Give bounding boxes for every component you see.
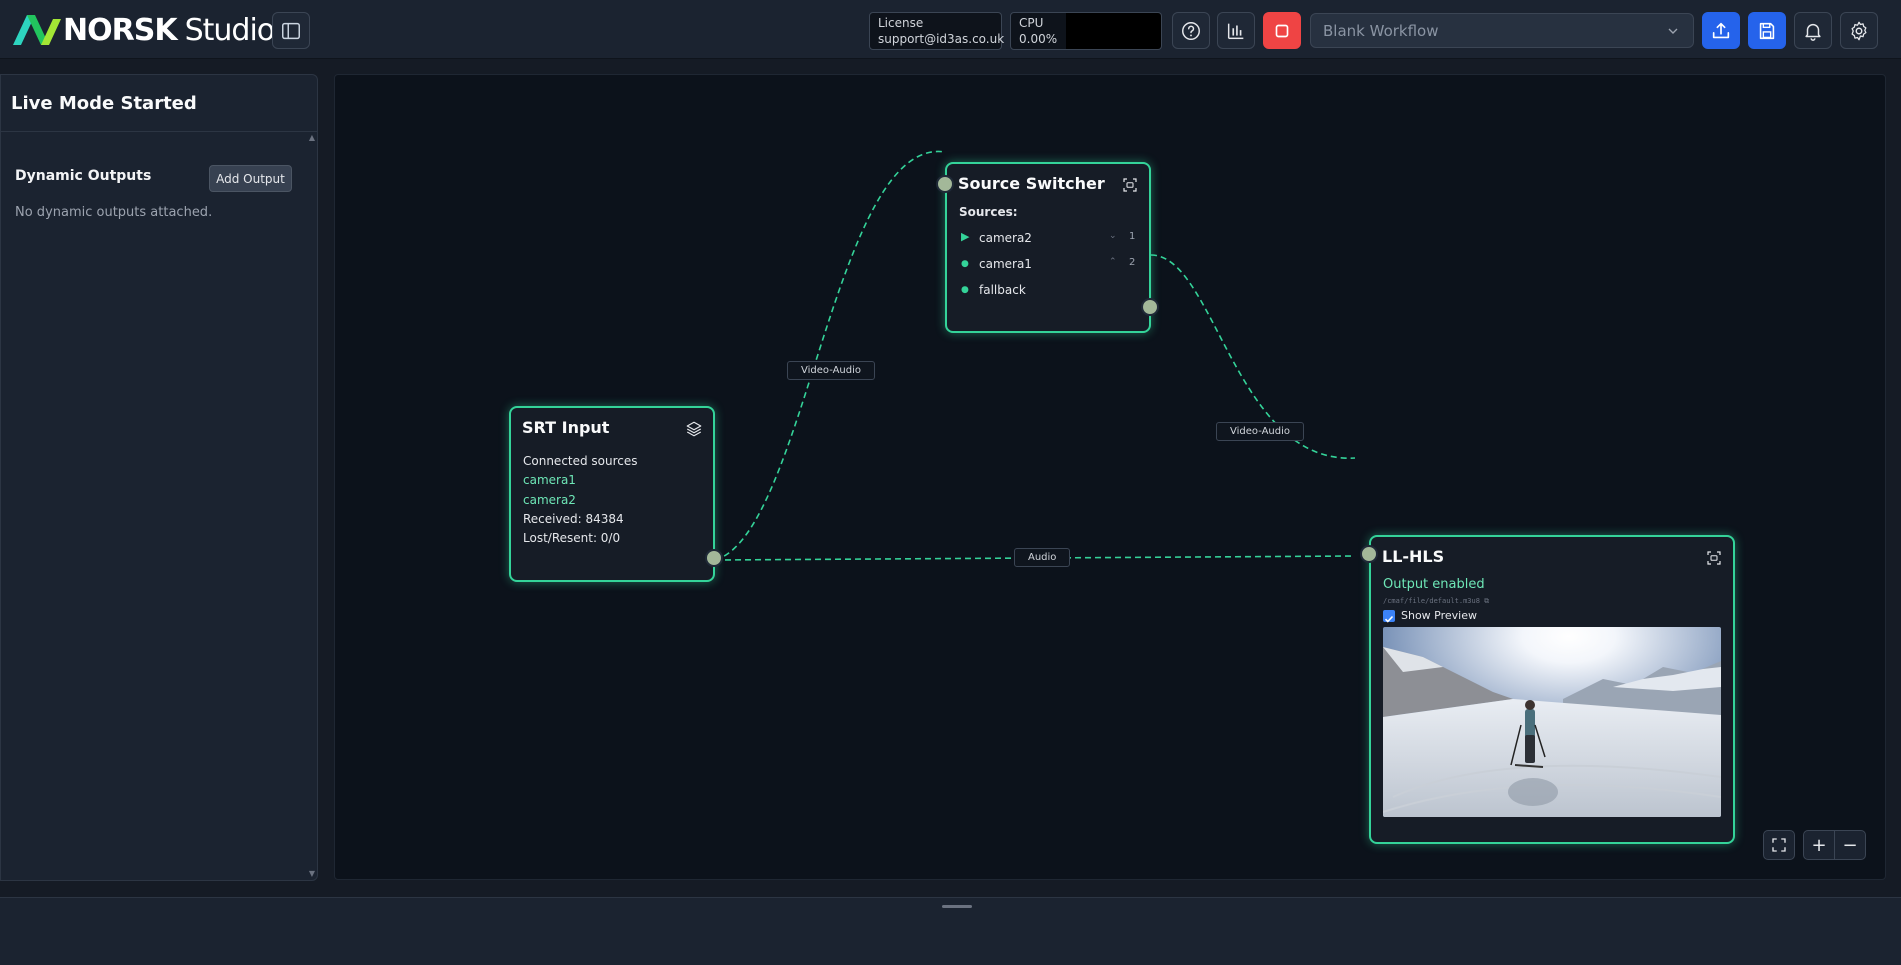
show-preview-label: Show Preview <box>1401 609 1477 622</box>
lost-resent-count: Lost/Resent: 0/0 <box>523 531 621 545</box>
dynamic-outputs-label: Dynamic Outputs <box>15 168 152 184</box>
show-preview-checkbox[interactable] <box>1383 610 1395 623</box>
connected-source-camera2: camera2 <box>523 493 576 507</box>
license-box: License support@id3as.co.uk <box>869 12 1005 50</box>
switcher-source-row[interactable]: ▶ camera2 ⌄ 1 <box>959 230 1135 248</box>
chevron-down-icon <box>1668 28 1678 34</box>
license-label: License <box>878 16 924 30</box>
notifications-button[interactable] <box>1794 12 1832 49</box>
cpu-value: 0.00% <box>1019 32 1058 46</box>
live-mode-title: Live Mode Started <box>11 93 197 114</box>
bottom-panel <box>0 897 1901 965</box>
received-count: Received: 84384 <box>523 512 624 526</box>
zoom-in-button[interactable]: + <box>1803 830 1835 860</box>
source-name: camera2 <box>979 231 1032 245</box>
llhls-input-handle[interactable] <box>1360 545 1378 563</box>
scroll-down-arrow-icon[interactable]: ▼ <box>309 869 315 878</box>
dot-icon: ● <box>961 285 969 295</box>
upload-button[interactable] <box>1702 12 1740 49</box>
norsk-logo: NORSK Studio <box>13 11 276 49</box>
srt-output-handle[interactable] <box>705 549 723 567</box>
source-priority: 1 <box>1129 231 1136 242</box>
dot-icon: ● <box>961 259 969 269</box>
node-title: LL-HLS <box>1382 547 1445 566</box>
scroll-up-arrow-icon[interactable]: ▲ <box>309 133 315 142</box>
edge-label-video-audio-1[interactable]: Video-Audio <box>787 361 876 380</box>
cpu-label: CPU <box>1019 16 1044 30</box>
edge-label-audio[interactable]: Audio <box>1014 548 1071 567</box>
workflow-select[interactable]: Blank Workflow <box>1310 13 1694 48</box>
no-dynamic-outputs-message: No dynamic outputs attached. <box>15 205 213 220</box>
gear-icon <box>1851 21 1867 40</box>
video-preview[interactable] <box>1383 627 1721 817</box>
help-icon <box>1182 21 1200 40</box>
settings-button[interactable] <box>1840 12 1878 49</box>
copy-icon[interactable]: ⧉ <box>1484 597 1489 605</box>
source-name: camera1 <box>979 257 1032 271</box>
add-output-button[interactable]: Add Output <box>209 165 292 192</box>
norsk-logo-icon <box>13 15 61 45</box>
switcher-output-handle[interactable] <box>1141 298 1159 316</box>
output-path[interactable]: /cmaf/file/default.m3u8 ⧉ <box>1383 597 1489 606</box>
cpu-graph <box>1066 12 1162 50</box>
connected-source-camera1: camera1 <box>523 473 576 487</box>
stats-icon <box>1227 23 1244 39</box>
bell-icon <box>1805 23 1821 41</box>
output-status: Output enabled <box>1383 577 1485 592</box>
edge-label-video-audio-2[interactable]: Video-Audio <box>1216 422 1305 441</box>
fullscreen-icon <box>1772 838 1786 852</box>
layers-icon[interactable] <box>685 420 703 438</box>
node-ll-hls[interactable]: LL-HLS Output enabled /cmaf/file/default… <box>1369 535 1735 844</box>
switcher-input-handle[interactable] <box>936 175 954 193</box>
stop-icon <box>1275 24 1289 37</box>
fullscreen-button[interactable] <box>1763 830 1795 860</box>
workflow-canvas[interactable]: Video-Audio Video-Audio Audio SRT Input … <box>334 74 1886 880</box>
logo-product: Studio <box>184 12 276 48</box>
node-source-switcher[interactable]: Source Switcher Sources: ▶ camera2 ⌄ 1 ●… <box>945 162 1151 333</box>
save-icon <box>1759 22 1775 39</box>
zoom-out-button[interactable]: − <box>1834 830 1866 860</box>
play-icon: ▶ <box>961 230 970 243</box>
sidebar-divider <box>1 131 317 132</box>
switcher-source-row[interactable]: ● fallback <box>959 282 1135 300</box>
source-priority: 2 <box>1129 257 1136 268</box>
panel-resize-handle[interactable] <box>942 905 972 908</box>
node-title: Source Switcher <box>958 174 1105 193</box>
license-value: support@id3as.co.uk <box>878 32 1005 46</box>
sidebar-toggle-button[interactable] <box>272 12 310 49</box>
app-header: NORSK Studio License support@id3as.co.uk… <box>0 0 1901 59</box>
ski-scene-image <box>1383 627 1721 817</box>
chevron-up-icon[interactable]: ⌃ <box>1109 257 1117 267</box>
preview-frame-icon[interactable] <box>1705 549 1723 567</box>
sidebar-toggle-icon <box>282 22 300 39</box>
cpu-box: CPU 0.00% <box>1010 12 1067 50</box>
logo-brand: NORSK <box>63 12 178 48</box>
sources-label: Sources: <box>959 205 1018 219</box>
help-button[interactable] <box>1172 12 1210 49</box>
stats-button[interactable] <box>1217 12 1255 49</box>
save-button[interactable] <box>1748 12 1786 49</box>
upload-icon <box>1712 22 1730 38</box>
switcher-source-row[interactable]: ● camera1 ⌃ 2 <box>959 256 1135 274</box>
source-name: fallback <box>979 283 1026 297</box>
chevron-down-icon[interactable]: ⌄ <box>1109 231 1117 241</box>
sidebar: Live Mode Started ▲ Dynamic Outputs Add … <box>0 74 318 881</box>
node-srt-input[interactable]: SRT Input Connected sources camera1 came… <box>509 406 715 582</box>
edge-srt-to-switcher <box>714 151 946 561</box>
connected-sources-label: Connected sources <box>523 454 638 468</box>
preview-frame-icon[interactable] <box>1121 176 1139 194</box>
workflow-select-value: Blank Workflow <box>1323 21 1439 40</box>
stop-button[interactable] <box>1263 12 1301 49</box>
node-title: SRT Input <box>522 418 610 437</box>
